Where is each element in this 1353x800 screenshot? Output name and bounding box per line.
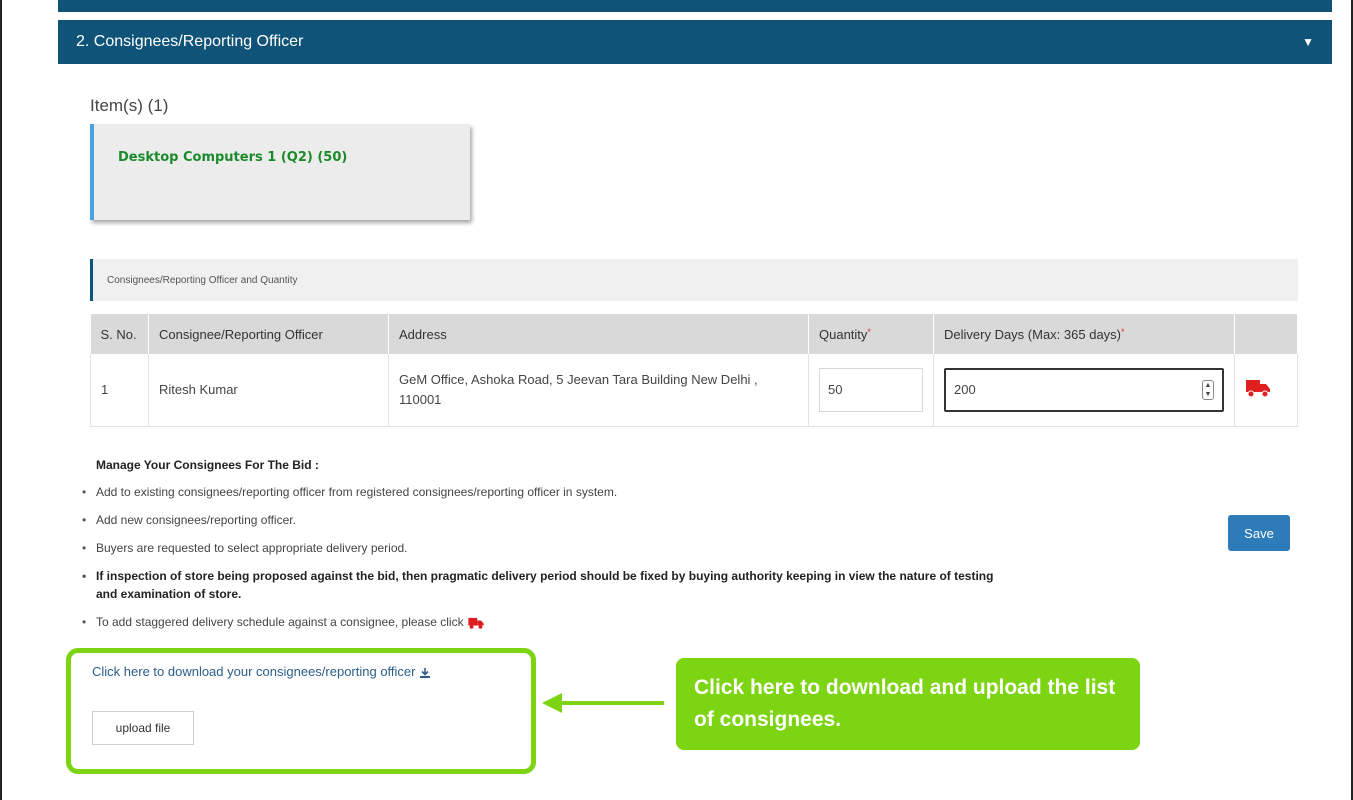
col-header-address: Address xyxy=(388,314,809,354)
table-row: 1 Ritesh Kumar GeM Office, Ashoka Road, … xyxy=(90,354,1298,427)
item-card-name: Desktop Computers 1 (Q2) (50) xyxy=(118,150,348,165)
list-item: Buyers are requested to select appropria… xyxy=(78,539,998,557)
list-item: Add new consignees/reporting officer. xyxy=(78,511,998,529)
col-header-consignee: Consignee/Reporting Officer xyxy=(148,314,389,354)
cell-address: GeM Office, Ashoka Road, 5 Jeevan Tara B… xyxy=(388,354,809,427)
list-item: Add to existing consignees/reporting off… xyxy=(78,483,998,501)
consignee-table: S. No. Consignee/Reporting Officer Addre… xyxy=(90,314,1298,427)
delivery-days-input[interactable]: 200 ▲ ▼ xyxy=(944,367,1224,412)
list-item: To add staggered delivery schedule again… xyxy=(78,613,998,631)
item-card[interactable]: Desktop Computers 1 (Q2) (50) xyxy=(90,124,470,220)
section-header[interactable]: 2. Consignees/Reporting Officer ▼ xyxy=(58,20,1332,64)
callout-box: Click here to download and upload the li… xyxy=(676,658,1140,750)
spinner-icon[interactable]: ▲ ▼ xyxy=(1202,379,1214,400)
previous-section-header xyxy=(58,0,1332,12)
frame-left-border xyxy=(0,0,2,800)
truck-icon[interactable] xyxy=(1245,377,1271,399)
callout-arrow-line xyxy=(560,701,664,705)
list-item: If inspection of store being proposed ag… xyxy=(78,567,998,603)
table-header-row: S. No. Consignee/Reporting Officer Addre… xyxy=(90,314,1298,354)
col-header-sno: S. No. xyxy=(90,314,149,354)
consignee-subheader: Consignees/Reporting Officer and Quantit… xyxy=(90,259,1298,301)
save-button[interactable]: Save xyxy=(1228,515,1290,551)
required-mark: * xyxy=(867,326,871,337)
cell-quantity: 50 xyxy=(808,354,934,427)
cell-actions xyxy=(1234,354,1298,427)
required-mark: * xyxy=(1121,326,1125,337)
items-heading: Item(s) (1) xyxy=(90,96,169,115)
upload-file-button[interactable]: upload file xyxy=(92,711,194,745)
callout-arrow-head xyxy=(542,693,562,713)
cell-consignee: Ritesh Kumar xyxy=(148,354,389,427)
cell-sno: 1 xyxy=(90,354,149,427)
col-header-delivery: Delivery Days (Max: 365 days)* xyxy=(933,314,1235,354)
cell-delivery: 200 ▲ ▼ xyxy=(933,354,1235,427)
download-icon xyxy=(420,667,431,678)
manage-consignees-title: Manage Your Consignees For The Bid : xyxy=(96,458,319,472)
col-header-actions xyxy=(1234,314,1298,354)
col-header-quantity: Quantity* xyxy=(808,314,934,354)
quantity-input[interactable]: 50 xyxy=(819,367,923,412)
download-consignees-link[interactable]: Click here to download your consignees/r… xyxy=(92,664,431,679)
manage-notes-list: Add to existing consignees/reporting off… xyxy=(78,483,998,641)
truck-icon[interactable] xyxy=(467,616,485,630)
section-title: 2. Consignees/Reporting Officer xyxy=(76,33,304,50)
caret-down-icon[interactable]: ▼ xyxy=(1302,35,1314,49)
